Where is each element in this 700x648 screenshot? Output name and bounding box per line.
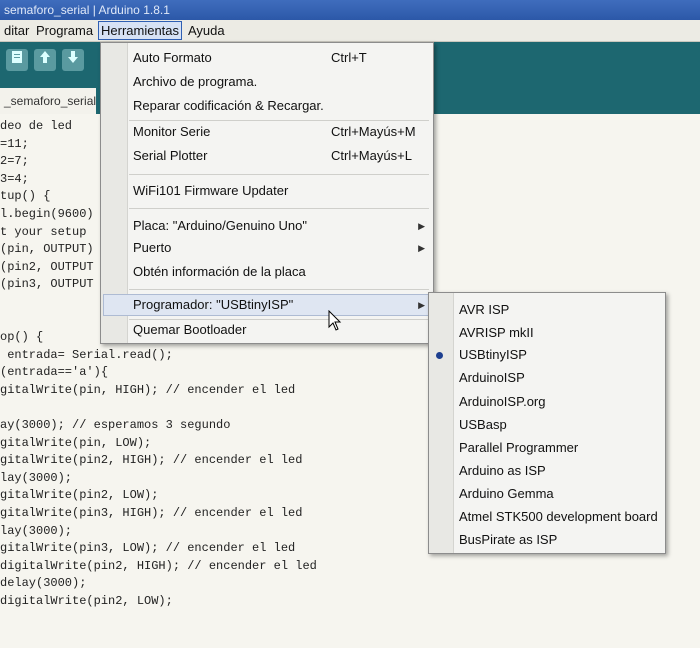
code-line: (entrada=='a'){ (0, 365, 109, 380)
menu-item-shortcut: Ctrl+T (331, 50, 367, 65)
code-line: gitalWrite(pin3, LOW); // encender el le… (0, 541, 296, 556)
window-title-bar: semaforo_serial | Arduino 1.8.1 (0, 0, 700, 20)
programmer-arduinoisp[interactable]: ArduinoISP (459, 367, 525, 389)
programmer-arduinoisp-org[interactable]: ArduinoISP.org (459, 391, 546, 413)
programmer-buspirate[interactable]: BusPirate as ISP (459, 529, 557, 551)
menu-item-label: Monitor Serie (133, 124, 211, 139)
menu-item-label: Puerto (133, 240, 172, 255)
code-line: gitalWrite(pin2, HIGH); // encender el l… (0, 453, 303, 468)
programmer-avrisp-mkii[interactable]: AVRISP mkII (459, 322, 534, 344)
menu-item-shortcut: Ctrl+Mayús+M (331, 124, 416, 139)
menu-item-label: Placa: "Arduino/Genuino Uno" (133, 218, 308, 233)
menu-item-placa[interactable]: Placa: "Arduino/Genuino Uno" ▶ (133, 215, 427, 237)
tab-sketch[interactable]: _semaforo_serial (0, 88, 96, 114)
menu-ayuda[interactable]: Ayuda (186, 21, 227, 40)
new-sketch-button[interactable] (6, 49, 28, 71)
menu-herramientas[interactable]: Herramientas (98, 21, 183, 40)
code-line: gitalWrite(pin3, HIGH); // encender el l… (0, 506, 303, 521)
programmer-arduino-as-isp[interactable]: Arduino as ISP (459, 460, 546, 482)
menu-item-puerto[interactable]: Puerto ▶ (133, 237, 427, 259)
code-line: lay(3000); (0, 523, 73, 538)
menu-item-quemar-bootloader[interactable]: Quemar Bootloader (133, 319, 427, 341)
save-sketch-button[interactable] (62, 49, 84, 71)
submenu-icon-column (429, 293, 454, 553)
submenu-arrow-icon: ▶ (418, 243, 425, 253)
programmer-parallel[interactable]: Parallel Programmer (459, 437, 578, 459)
menu-item-reparar-codificacion[interactable]: Reparar codificación & Recargar. (133, 95, 427, 117)
tools-menu: Auto Formato Ctrl+T Archivo de programa.… (100, 42, 434, 344)
code-line: ay(3000); // esperamos 3 segundo (0, 418, 231, 433)
menu-programa[interactable]: Programa (34, 21, 95, 40)
menu-item-archivo-programa[interactable]: Archivo de programa. (133, 71, 427, 93)
code-line: digitalWrite(pin2, HIGH); // encender el… (0, 558, 317, 573)
menu-item-label: Auto Formato (133, 50, 212, 65)
menu-item-info-placa[interactable]: Obtén información de la placa (133, 261, 427, 283)
code-line: lay(3000); (0, 470, 73, 485)
code-line: gitalWrite(pin, HIGH); // encender el le… (0, 382, 296, 397)
menu-item-wifi101-updater[interactable]: WiFi101 Firmware Updater (133, 180, 427, 202)
radio-selected-icon (436, 352, 443, 359)
menu-separator (129, 289, 429, 290)
code-line: digitalWrite(pin2, LOW); (0, 594, 173, 609)
programmer-usbtinyisp[interactable]: USBtinyISP (459, 344, 527, 366)
code-line: gitalWrite(pin2, LOW); (0, 488, 159, 503)
programmer-avr-isp[interactable]: AVR ISP (459, 299, 509, 321)
submenu-arrow-icon: ▶ (418, 221, 425, 231)
code-line: entrada= Serial.read(); (0, 347, 173, 362)
menu-item-label: Serial Plotter (133, 148, 208, 163)
menu-item-monitor-serie[interactable]: Monitor Serie Ctrl+Mayús+M (133, 121, 427, 143)
open-sketch-button[interactable] (34, 49, 56, 71)
submenu-arrow-icon: ▶ (418, 300, 425, 310)
programmer-submenu: AVR ISP AVRISP mkII USBtinyISP ArduinoIS… (428, 292, 666, 554)
menu-item-label: Quemar Bootloader (133, 322, 247, 337)
programmer-arduino-gemma[interactable]: Arduino Gemma (459, 483, 554, 505)
new-file-icon (12, 51, 22, 63)
arrow-down-icon (68, 51, 78, 63)
menu-item-serial-plotter[interactable]: Serial Plotter Ctrl+Mayús+L (133, 145, 427, 167)
menu-item-label: WiFi101 Firmware Updater (133, 183, 289, 198)
menu-item-programador[interactable]: Programador: "USBtinyISP" ▶ (133, 294, 427, 316)
programmer-atmel-stk500[interactable]: Atmel STK500 development board (459, 506, 658, 528)
menu-separator (129, 208, 429, 209)
code-line: gitalWrite(pin, LOW); (0, 435, 152, 450)
menu-item-shortcut: Ctrl+Mayús+L (331, 148, 412, 163)
menu-editar[interactable]: ditar (2, 21, 31, 40)
arrow-up-icon (40, 51, 50, 63)
menu-item-label: Obtén información de la placa (133, 264, 306, 279)
menu-item-label: Reparar codificación & Recargar. (133, 98, 324, 113)
window-title: semaforo_serial | Arduino 1.8.1 (4, 3, 170, 17)
menu-item-auto-formato[interactable]: Auto Formato Ctrl+T (133, 47, 427, 69)
programmer-usbasp[interactable]: USBasp (459, 414, 507, 436)
menu-item-label: Programador: "USBtinyISP" (133, 297, 294, 312)
code-line: delay(3000); (0, 576, 87, 591)
mouse-pointer-icon (328, 310, 342, 331)
menu-separator (129, 174, 429, 175)
menu-bar: ditar Programa Herramientas Ayuda (0, 20, 700, 42)
menu-item-label: Archivo de programa. (133, 74, 258, 89)
